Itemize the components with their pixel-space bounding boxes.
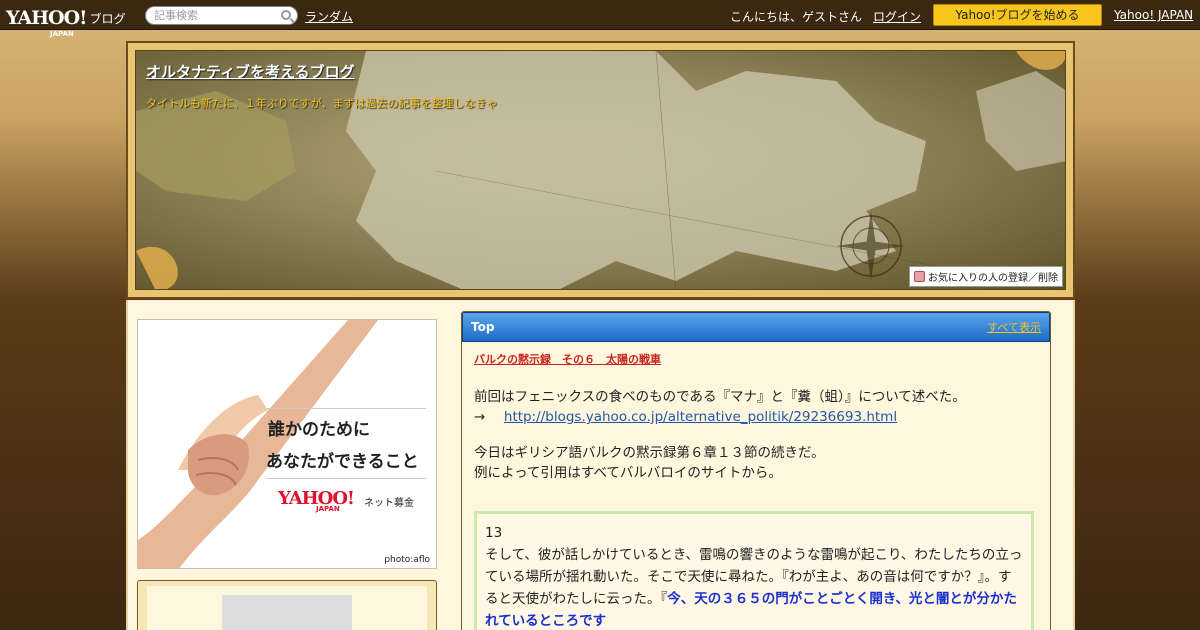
paragraph-3: 例によって引用はすべてバルバロイのサイトから。 <box>474 465 782 481</box>
avatar[interactable] <box>222 595 352 630</box>
panel-header: Top すべて表示 <box>462 312 1050 342</box>
panel-title: Top <box>471 320 495 334</box>
paragraph-1: 前回はフェニックスの食べのものである『マナ』と『糞（蛆）』について述べた。 <box>474 389 966 405</box>
blog-description: タイトルも新たに、１年ぶりですが、まずは過去の記事を整理しなきゃ <box>146 97 498 110</box>
top-article-panel: Top すべて表示 バルクの黙示録 その６ 太陽の戦車 前回はフェニックスの食べ… <box>461 311 1051 630</box>
post-title-link[interactable]: バルクの黙示録 その６ 太陽の戦車 <box>474 351 1038 367</box>
global-navbar: YAHOO!JAPAN ブログ ランダム こんにちは、ゲストさん ログイン Ya… <box>0 0 1200 38</box>
search-icon[interactable] <box>281 10 291 20</box>
link-line: → http://blogs.yahoo.co.jp/alternative_p… <box>474 407 1050 427</box>
blog-header: オルタナティブを考えるブログ タイトルも新たに、１年ぶりですが、まずは過去の記事… <box>126 41 1075 299</box>
ad-headline-2: あなたができること <box>266 452 419 472</box>
yahoo-logo-text: YAHOO! JAPAN <box>6 8 87 38</box>
donation-ad-banner[interactable]: 誰かのために あなたができること YAHOO! JAPAN ネット募金 photo… <box>137 319 437 569</box>
verse-number: 13 <box>485 525 503 541</box>
ad-net-donation: ネット募金 <box>364 498 414 509</box>
map-illustration <box>136 51 1065 289</box>
main-area: 誰かのために あなたができること YAHOO! JAPAN ネット募金 photo… <box>126 300 1075 630</box>
greeting-text: こんにちは、ゲストさん <box>730 10 863 24</box>
random-link[interactable]: ランダム <box>305 8 353 25</box>
yahoo-japan-link[interactable]: Yahoo! JAPAN <box>1114 8 1193 22</box>
search-input[interactable] <box>154 9 272 22</box>
show-all-link[interactable]: すべて表示 <box>987 319 1041 335</box>
yahoo-logo-japan: JAPAN <box>50 29 74 38</box>
profile-inner <box>147 586 427 630</box>
ad-yahoo-logo: YAHOO! JAPAN <box>278 488 355 513</box>
previous-article-link[interactable]: http://blogs.yahoo.co.jp/alternative_pol… <box>504 409 897 425</box>
favorite-icon <box>914 271 925 282</box>
search-box <box>145 6 298 25</box>
ad-headline-1: 誰かのために <box>268 420 370 440</box>
quote-body: そして、彼が話しかけているとき、雷鳴の響きのような雷鳴が起こり、わたしたちの立っ… <box>485 544 1023 630</box>
blog-logo-label: ブログ <box>89 11 126 26</box>
favorite-register-button[interactable]: お気に入りの人の登録／削除 <box>909 266 1063 287</box>
header-map-image: オルタナティブを考えるブログ タイトルも新たに、１年ぶりですが、まずは過去の記事… <box>135 50 1066 290</box>
favorite-register-label: お気に入りの人の登録／削除 <box>928 273 1058 284</box>
quote-block: 13 そして、彼が話しかけているとき、雷鳴の響きのような雷鳴が起こり、わたしたち… <box>474 511 1034 630</box>
handshake-image <box>138 320 378 568</box>
blog-title-link[interactable]: オルタナティブを考えるブログ <box>146 61 355 82</box>
arrow-text: → <box>474 409 486 425</box>
yahoo-blog-logo[interactable]: YAHOO! JAPAN ブログ <box>6 3 126 38</box>
ad-photo-credit: photo:aflo <box>384 555 430 565</box>
ad-separator-top <box>266 408 426 409</box>
start-blog-button[interactable]: Yahoo!ブログを始める <box>933 4 1102 26</box>
ad-yahoo-logo-japan: JAPAN <box>316 505 340 513</box>
profile-box <box>137 580 437 630</box>
login-link[interactable]: ログイン <box>873 8 921 25</box>
ad-separator-bottom <box>266 478 426 479</box>
paragraph-2: 今日はギリシア語バルクの黙示録第６章１３節の続きだ。 <box>474 445 825 461</box>
